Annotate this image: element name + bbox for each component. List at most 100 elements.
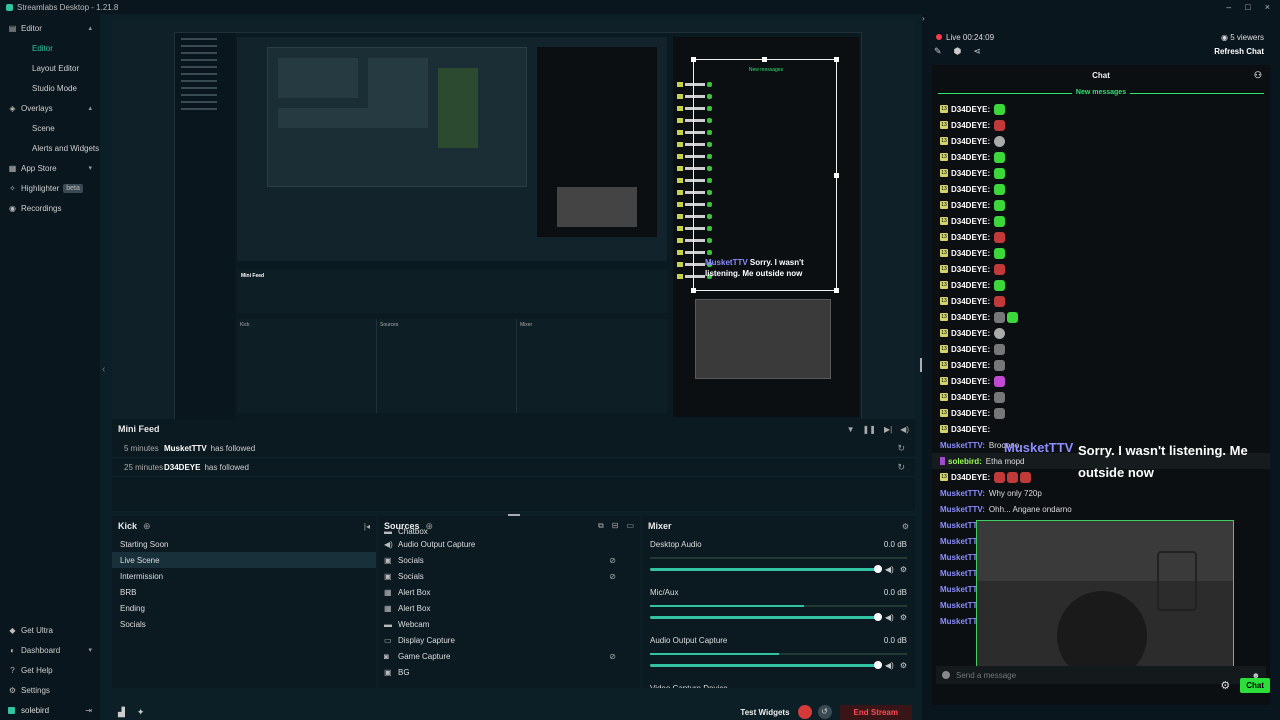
chat-username[interactable]: D34DEYE: — [951, 345, 990, 354]
scene-item-live-scene[interactable]: Live Scene — [112, 552, 376, 568]
chat-username[interactable]: D34DEYE: — [951, 329, 990, 338]
source-item-webcam[interactable]: ▬ Webcam — [378, 616, 640, 632]
chat-username[interactable]: D34DEYE: — [951, 409, 990, 418]
sidebar-item-highlighter[interactable]: ✧ Highlighter beta — [0, 178, 100, 198]
channel-settings-icon[interactable]: ⚙ — [900, 613, 907, 622]
volume-slider[interactable] — [650, 565, 882, 573]
selection-box[interactable] — [693, 59, 837, 291]
test-widgets-button[interactable]: Test Widgets — [740, 708, 789, 717]
replay-alert-icon[interactable]: ↻ — [897, 443, 905, 454]
chat-username[interactable]: D34DEYE: — [951, 201, 990, 210]
chat-username[interactable]: D34DEYE: — [951, 137, 990, 146]
add-folder-icon[interactable]: ▭ — [626, 521, 634, 531]
close-button[interactable]: × — [1265, 2, 1270, 12]
source-item-bg[interactable]: ▣ BG — [378, 664, 640, 677]
source-item-audio-output-capture[interactable]: ◀) Audio Output Capture — [378, 536, 640, 552]
collapse-sidebar-icon[interactable]: ‹ — [102, 364, 105, 375]
chat-username[interactable]: D34DEYE: — [951, 393, 990, 402]
add-scene-icon[interactable]: ⊕ — [143, 521, 151, 532]
source-item-alert-box[interactable]: ▦ Alert Box — [378, 600, 640, 616]
sidebar-item-get-help[interactable]: ? Get Help — [0, 660, 100, 680]
scene-item-intermission[interactable]: Intermission — [112, 568, 376, 584]
sidebar-item-get-ultra[interactable]: ◆ Get Ultra — [0, 620, 100, 640]
chat-username[interactable]: D34DEYE: — [951, 105, 990, 114]
chevron-up-icon[interactable]: ▴ — [88, 24, 92, 32]
refresh-chat-button[interactable]: Refresh Chat — [1214, 47, 1264, 56]
channel-settings-icon[interactable]: ⚙ — [900, 565, 907, 574]
source-item-alert-box[interactable]: ▦ Alert Box — [378, 584, 640, 600]
maximize-button[interactable]: □ — [1245, 2, 1250, 12]
source-settings-icon[interactable]: ⧉ — [598, 521, 604, 531]
source-item-display-capture[interactable]: ▭ Display Capture — [378, 632, 640, 648]
chat-username[interactable]: D34DEYE: — [951, 313, 990, 322]
scene-item-ending[interactable]: Ending — [112, 600, 376, 616]
edit-stream-icon[interactable]: ✎ — [934, 46, 942, 57]
chat-username[interactable]: solebird: — [948, 457, 982, 466]
chevron-up-icon[interactable]: ▴ — [88, 104, 92, 112]
channel-settings-icon[interactable]: ⚙ — [900, 661, 907, 670]
chat-input[interactable]: Send a message ☻ — [936, 666, 1266, 684]
skip-icon[interactable]: ▶| — [884, 425, 892, 434]
chat-username[interactable]: D34DEYE: — [951, 473, 990, 482]
minimize-button[interactable]: – — [1226, 2, 1231, 12]
scene-item-brb[interactable]: BRB — [112, 584, 376, 600]
volume-knob[interactable] — [874, 565, 882, 573]
sidebar-item-editor[interactable]: Editor — [0, 38, 100, 58]
volume-slider[interactable] — [650, 661, 882, 669]
chat-username[interactable]: D34DEYE: — [951, 169, 990, 178]
chat-username[interactable]: MusketTTV: — [940, 505, 985, 514]
mute-icon[interactable]: ◀) — [885, 613, 894, 622]
source-item-socials[interactable]: ▣ Socials ⊘ — [378, 552, 640, 568]
stream-preview[interactable]: Mini Feed Kick Sources Mixer New message… — [112, 20, 915, 422]
source-item-socials[interactable]: ▣ Socials ⊘ — [378, 568, 640, 584]
collapse-scenes-icon[interactable]: |◂ — [364, 522, 370, 531]
chat-username[interactable]: D34DEYE: — [951, 233, 990, 242]
share-icon[interactable]: ⬢ — [954, 46, 962, 57]
user-account[interactable]: solebird ⇥ — [0, 700, 100, 720]
hidden-eye-icon[interactable]: ⊘ — [609, 556, 616, 565]
sidebar-item-app-store[interactable]: ▦ App Store ▾ — [0, 158, 100, 178]
logout-icon[interactable]: ⇥ — [85, 706, 92, 715]
chat-username[interactable]: MusketTTV: — [940, 489, 985, 498]
chat-settings-icon[interactable]: ⚙ — [1220, 679, 1230, 692]
chat-username[interactable]: D34DEYE: — [951, 265, 990, 274]
replay-alert-icon[interactable]: ↻ — [897, 462, 905, 473]
record-button[interactable] — [797, 705, 812, 719]
mixer-settings-icon[interactable]: ⚙ — [902, 522, 909, 531]
chat-users-icon[interactable]: ⚇ — [1254, 70, 1262, 81]
pause-icon[interactable]: ❚❚ — [863, 425, 876, 434]
performance-icon[interactable]: ▟ — [118, 707, 125, 718]
mute-icon[interactable]: ◀) — [900, 425, 909, 434]
sidebar-item-settings[interactable]: ⚙ Settings — [0, 680, 100, 700]
volume-knob[interactable] — [874, 613, 882, 621]
chevron-down-icon[interactable]: ▾ — [88, 164, 92, 172]
sidebar-item-overlays[interactable]: ◈ Overlays ▴ — [0, 98, 100, 118]
chat-username[interactable]: D34DEYE: — [951, 377, 990, 386]
chat-username[interactable]: MusketTTV: — [940, 441, 985, 450]
scene-item-socials[interactable]: Socials — [112, 616, 376, 632]
chat-username[interactable]: D34DEYE: — [951, 425, 990, 434]
link-icon[interactable]: ⋖ — [973, 46, 981, 57]
sidebar-item-alerts-and-widgets[interactable]: Alerts and Widgets — [0, 138, 100, 158]
sidebar-item-recordings[interactable]: ◉ Recordings — [0, 198, 100, 218]
send-chat-button[interactable]: Chat — [1240, 678, 1270, 693]
mute-icon[interactable]: ◀) — [885, 661, 894, 670]
replay-buffer-icon[interactable]: ↺ — [817, 705, 832, 719]
chat-username[interactable]: D34DEYE: — [951, 217, 990, 226]
sidebar-item-dashboard[interactable]: ◐ Dashboard ▾ — [0, 640, 100, 660]
chat-username[interactable]: D34DEYE: — [951, 281, 990, 290]
source-item-game-capture[interactable]: ◙ Game Capture ⊘ — [378, 648, 640, 664]
chat-username[interactable]: D34DEYE: — [951, 121, 990, 130]
expand-panel-icon[interactable]: › — [922, 14, 925, 23]
remove-source-icon[interactable]: ⊟ — [612, 521, 619, 531]
chat-username[interactable]: D34DEYE: — [951, 185, 990, 194]
mute-icon[interactable]: ◀) — [885, 565, 894, 574]
chat-username[interactable]: D34DEYE: — [951, 297, 990, 306]
volume-knob[interactable] — [874, 661, 882, 669]
notifications-icon[interactable]: ✦ — [137, 707, 145, 718]
sidebar-item-layout-editor[interactable]: Layout Editor — [0, 58, 100, 78]
chat-username[interactable]: D34DEYE: — [951, 249, 990, 258]
chevron-down-icon[interactable]: ▾ — [88, 646, 92, 654]
chat-username[interactable]: D34DEYE: — [951, 361, 990, 370]
hidden-eye-icon[interactable]: ⊘ — [609, 652, 616, 661]
